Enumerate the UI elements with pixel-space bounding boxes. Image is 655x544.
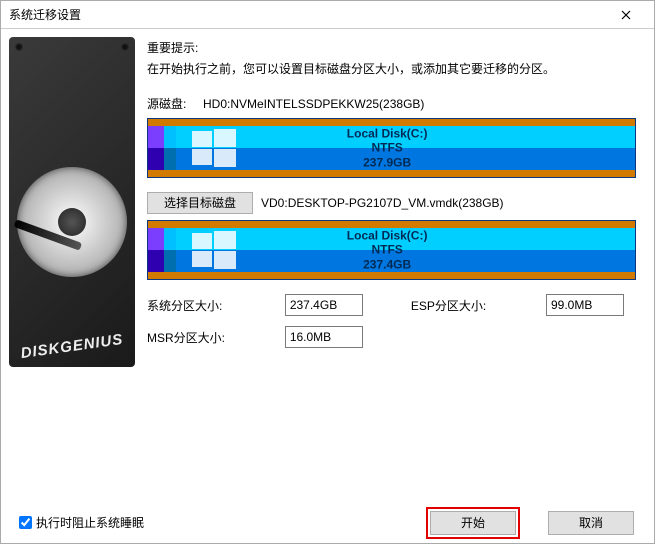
- partition-info: Local Disk(C:) NTFS 237.9GB: [347, 126, 428, 169]
- partition-size: 237.9GB: [347, 155, 428, 169]
- select-target-button[interactable]: 选择目标磁盘: [147, 192, 253, 214]
- target-disk-row: 选择目标磁盘 VD0:DESKTOP-PG2107D_VM.vmdk(238GB…: [147, 192, 636, 214]
- start-button-highlight: 开始: [426, 507, 520, 539]
- dialog-body: DISKGENIUS 重要提示: 在开始执行之前，您可以设置目标磁盘分区大小，或…: [1, 29, 654, 501]
- partition-size: 237.4GB: [347, 257, 428, 271]
- partition-info: Local Disk(C:) NTFS 237.4GB: [347, 228, 428, 271]
- close-icon: [621, 10, 631, 20]
- footer: 执行时阻止系统睡眠 开始 取消: [1, 501, 654, 543]
- tip-heading: 重要提示:: [147, 39, 636, 56]
- close-button[interactable]: [606, 1, 646, 29]
- esp-size-label: ESP分区大小:: [411, 297, 510, 314]
- partition-segment-main[interactable]: Local Disk(C:) NTFS 237.9GB: [176, 119, 635, 177]
- windows-icon: [192, 129, 236, 167]
- tip-text: 在开始执行之前，您可以设置目标磁盘分区大小，或添加其它要迁移的分区。: [147, 60, 636, 77]
- system-size-label: 系统分区大小:: [147, 297, 249, 314]
- partition-segment[interactable]: [156, 221, 164, 279]
- size-grid: 系统分区大小: ESP分区大小: MSR分区大小:: [147, 294, 636, 348]
- partition-fs: NTFS: [347, 243, 428, 257]
- main-panel: 重要提示: 在开始执行之前，您可以设置目标磁盘分区大小，或添加其它要迁移的分区。…: [141, 29, 654, 501]
- cancel-button-wrap: 取消: [546, 509, 636, 537]
- partition-name: Local Disk(C:): [347, 228, 428, 242]
- source-disk-name: HD0:NVMeINTELSSDPEKKW25(238GB): [203, 97, 424, 111]
- titlebar: 系统迁移设置: [1, 1, 654, 29]
- partition-segment[interactable]: [164, 221, 176, 279]
- target-disk-bar[interactable]: Local Disk(C:) NTFS 237.4GB: [147, 220, 636, 280]
- partition-segment[interactable]: [148, 119, 156, 177]
- partition-segment-main[interactable]: Local Disk(C:) NTFS 237.4GB: [176, 221, 635, 279]
- source-disk-row: 源磁盘: HD0:NVMeINTELSSDPEKKW25(238GB): [147, 95, 636, 112]
- sidebar: DISKGENIUS: [1, 29, 141, 501]
- esp-size-input[interactable]: [546, 294, 624, 316]
- source-disk-bar[interactable]: Local Disk(C:) NTFS 237.9GB: [147, 118, 636, 178]
- disk-illustration: DISKGENIUS: [9, 37, 135, 367]
- msr-size-input[interactable]: [285, 326, 363, 348]
- windows-icon: [192, 231, 236, 269]
- msr-size-label: MSR分区大小:: [147, 329, 249, 346]
- system-size-input[interactable]: [285, 294, 363, 316]
- brand-text: DISKGENIUS: [20, 331, 125, 362]
- dialog-window: 系统迁移设置 DISKGENIUS 重要提示: 在开始执行之前，您可以设置目标磁…: [0, 0, 655, 544]
- window-title: 系统迁移设置: [9, 6, 606, 23]
- source-label: 源磁盘:: [147, 95, 195, 112]
- partition-segment[interactable]: [148, 221, 156, 279]
- partition-name: Local Disk(C:): [347, 126, 428, 140]
- cancel-button[interactable]: 取消: [548, 511, 634, 535]
- partition-segment[interactable]: [164, 119, 176, 177]
- prevent-sleep-label: 执行时阻止系统睡眠: [36, 514, 144, 531]
- prevent-sleep-checkbox[interactable]: [19, 516, 32, 529]
- partition-fs: NTFS: [347, 141, 428, 155]
- target-disk-name: VD0:DESKTOP-PG2107D_VM.vmdk(238GB): [261, 196, 504, 210]
- partition-segment[interactable]: [156, 119, 164, 177]
- start-button[interactable]: 开始: [430, 511, 516, 535]
- prevent-sleep-checkbox-wrap[interactable]: 执行时阻止系统睡眠: [19, 514, 144, 531]
